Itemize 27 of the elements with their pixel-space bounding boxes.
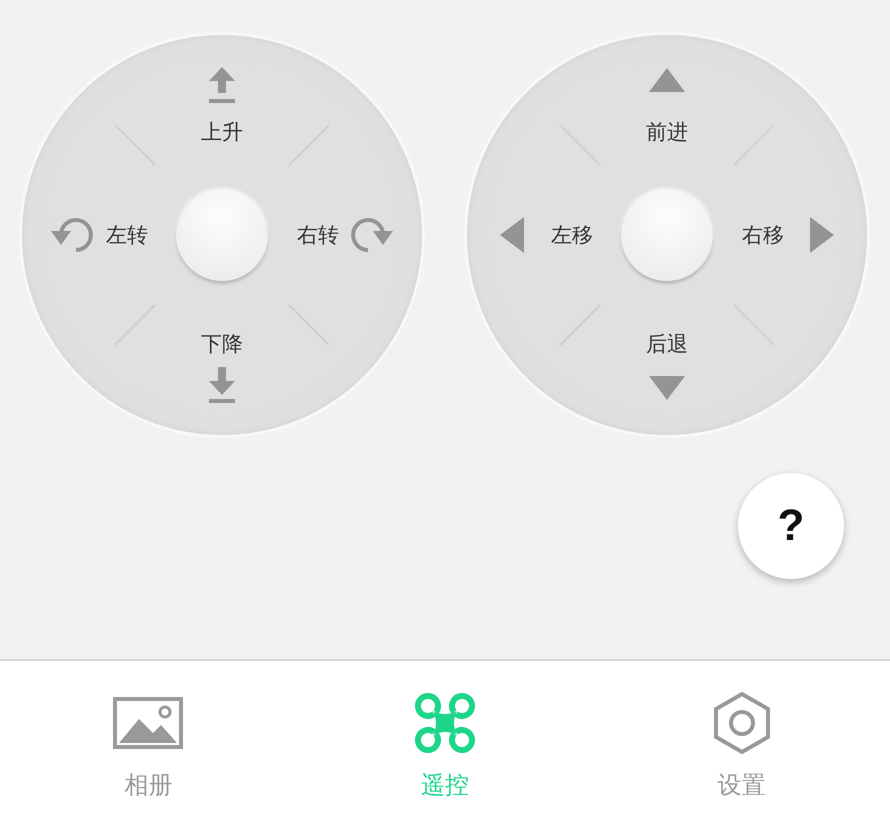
- drone-icon: [414, 693, 475, 753]
- direction-label: 左转: [106, 222, 148, 249]
- direction-label: 下降: [201, 331, 243, 358]
- raise-icon: [207, 65, 237, 105]
- nav-tab-label: 遥控: [420, 770, 469, 801]
- direction-label: 右转: [297, 222, 339, 249]
- joystick-pad[interactable]: 前进 左移 右移 后退: [467, 35, 867, 435]
- direction-label: 右移: [742, 222, 784, 249]
- up-triangle-icon: [649, 68, 685, 92]
- left-triangle-icon: [500, 217, 524, 253]
- picture-icon: [113, 697, 184, 749]
- help-button[interactable]: ?: [738, 473, 844, 579]
- direction-label: 后退: [646, 331, 688, 358]
- lower-icon: [207, 365, 237, 405]
- direction-label: 左移: [551, 222, 593, 249]
- direction-label: 前进: [646, 119, 688, 146]
- joystick-knob[interactable]: [621, 189, 713, 281]
- rotate-right-icon: [349, 215, 395, 255]
- rotate-left-icon: [49, 215, 95, 255]
- nav-tab-label: 相册: [124, 770, 172, 801]
- right-triangle-icon: [810, 217, 834, 253]
- settings-icon: [712, 691, 772, 755]
- joystick-pad[interactable]: 上升 左转 右转 下降: [22, 35, 422, 435]
- joystick-knob[interactable]: [176, 189, 268, 281]
- nav-tab-label: 设置: [718, 770, 766, 801]
- direction-label: 上升: [201, 119, 243, 146]
- down-triangle-icon: [649, 376, 685, 400]
